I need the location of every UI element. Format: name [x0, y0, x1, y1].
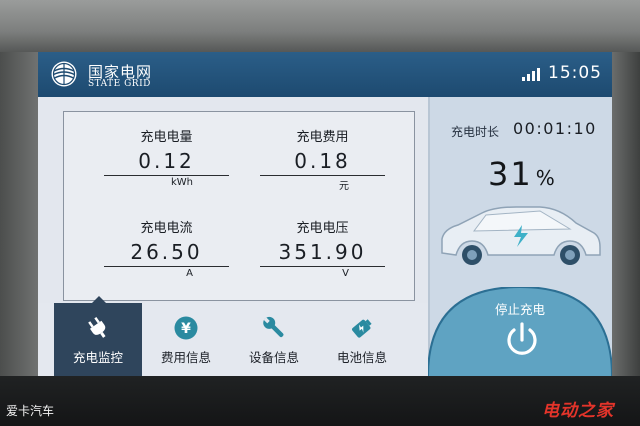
reading-value: 0.12: [138, 149, 195, 173]
reading-unit: kWh: [170, 177, 193, 188]
device-bezel-right: [612, 52, 640, 376]
reading-unit: A: [186, 268, 193, 279]
clock-time: 15:05: [548, 63, 602, 83]
reading-label: 充电电压: [296, 221, 349, 236]
watermark-left: 爱卡汽车: [6, 404, 55, 418]
tab-label: 充电监控: [72, 350, 123, 365]
signal-bars-icon: [522, 68, 540, 81]
active-tab-notch: [92, 296, 106, 303]
reading-label: 充电电流: [140, 221, 193, 236]
underline: [260, 175, 385, 176]
header-bar: 国家电网 STATE GRID 15:05: [38, 52, 612, 97]
reading-cost: 充电费用 0.18 元: [260, 126, 385, 192]
underline: [260, 266, 385, 267]
plug-icon: [88, 316, 106, 338]
device-bezel-top: [0, 0, 640, 52]
yen-coin-icon: ¥: [174, 316, 198, 340]
reading-voltage: 充电电压 351.90 V: [260, 217, 385, 279]
tab-label: 电池信息: [336, 350, 387, 365]
wrench-icon: [263, 316, 284, 338]
charge-percent: 31%: [488, 155, 555, 193]
tab-label: 设备信息: [248, 350, 299, 365]
reading-value: 0.18: [294, 149, 351, 173]
reading-unit: 元: [339, 181, 349, 192]
duration-label: 充电时长: [451, 125, 500, 139]
reading-value: 26.50: [130, 240, 203, 264]
battery-icon: [352, 319, 372, 338]
percent-sign: %: [535, 166, 555, 190]
underline: [104, 266, 229, 267]
reading-label: 充电费用: [296, 130, 349, 145]
tab-battery-info[interactable]: 电池信息: [318, 303, 406, 376]
tab-charge-monitor[interactable]: 充电监控: [54, 296, 142, 376]
reading-unit: V: [342, 268, 349, 279]
stop-charge-label: 停止充电: [494, 302, 545, 317]
monitor-panel: 充电电量 0.12 kWh 充电费用 0.18 元 充电电流 26.50 A 充…: [38, 97, 428, 303]
percent-value: 31: [488, 155, 533, 193]
reading-energy: 充电电量 0.12 kWh: [104, 126, 229, 188]
underline: [104, 175, 229, 176]
reading-label: 充电电量: [140, 130, 193, 145]
stop-charge-button[interactable]: 停止充电: [428, 287, 612, 376]
charger-screen: 国家电网 STATE GRID 15:05 充电电量 0.12 kWh 充电费用…: [38, 52, 612, 376]
device-bezel-left: [0, 52, 38, 376]
electric-car-icon: [441, 206, 601, 265]
tab-fee-info[interactable]: ¥ 费用信息: [142, 303, 230, 376]
bottom-tab-bar: 充电监控 ¥ 费用信息 设备信息 电池信息: [38, 296, 428, 376]
brand-name-en: STATE GRID: [88, 79, 151, 89]
readings-box: 充电电量 0.12 kWh 充电费用 0.18 元 充电电流 26.50 A 充…: [63, 111, 415, 301]
svg-text:¥: ¥: [181, 321, 191, 337]
duration-value: 00:01:10: [513, 119, 597, 138]
watermark-right: 电动之家: [542, 401, 614, 421]
power-icon: [507, 322, 537, 355]
reading-current: 充电电流 26.50 A: [104, 217, 229, 279]
tab-device-info[interactable]: 设备信息: [230, 303, 318, 376]
reading-value: 351.90: [278, 240, 367, 264]
tab-label: 费用信息: [160, 350, 211, 365]
state-grid-logo: [51, 61, 77, 87]
status-panel: 充电时长 00:01:10 31% 停止充电: [428, 97, 612, 376]
